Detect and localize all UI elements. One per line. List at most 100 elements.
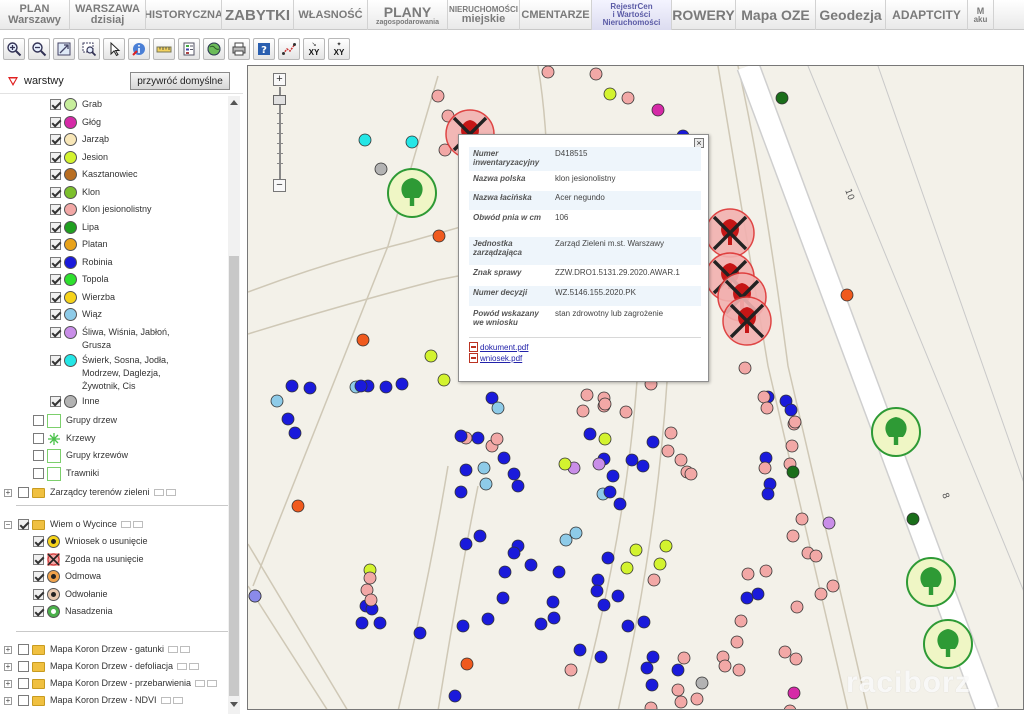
tree-point[interactable] (625, 453, 639, 467)
tree-point[interactable] (552, 565, 566, 579)
tree-point[interactable] (281, 412, 295, 426)
tree-point[interactable] (558, 457, 572, 471)
scroll-thumb[interactable] (229, 256, 239, 696)
tree-point[interactable] (364, 593, 378, 607)
tree-point[interactable] (248, 589, 262, 603)
tree-point[interactable] (589, 67, 603, 81)
nav-tab-4[interactable]: WŁASNOŚĆ (294, 0, 368, 30)
tree-point[interactable] (534, 617, 548, 631)
tree-point[interactable] (784, 403, 798, 417)
tree-point[interactable] (734, 614, 748, 628)
tree-point[interactable] (592, 457, 606, 471)
zoom-out-tool-button[interactable] (28, 38, 50, 60)
layer-checkbox[interactable] (50, 256, 61, 268)
nav-tab-13[interactable]: Maku (968, 0, 994, 30)
tree-point[interactable] (471, 431, 485, 445)
layer-item-wycinka[interactable]: Nasadzenia (33, 605, 113, 619)
tree-point[interactable] (644, 701, 658, 710)
tree-point[interactable] (613, 497, 627, 511)
layer-item-group[interactable]: Krzewy (33, 431, 96, 446)
tree-point[interactable] (547, 611, 561, 625)
layer-tree-scrollbar[interactable] (228, 96, 240, 714)
settings-icon[interactable] (132, 521, 143, 528)
tree-point[interactable] (619, 405, 633, 419)
layer-checkbox[interactable] (50, 309, 61, 320)
nav-tab-3[interactable]: ZABYTKI (222, 0, 294, 30)
layer-checkbox[interactable] (33, 571, 44, 582)
tree-point[interactable] (757, 390, 771, 404)
route-tool-button[interactable] (278, 38, 300, 60)
tree-point[interactable] (477, 461, 491, 475)
expand-icon[interactable]: + (4, 662, 12, 671)
layer-folder-korony[interactable]: + Mapa Koron Drzew - defoliacja (4, 660, 200, 674)
tree-point[interactable] (775, 91, 789, 105)
tree-point[interactable] (674, 695, 688, 709)
layer-checkbox[interactable] (33, 415, 44, 426)
tree-point[interactable] (646, 650, 660, 664)
tree-point[interactable] (413, 626, 427, 640)
tree-point[interactable] (738, 361, 752, 375)
tree-point[interactable] (498, 565, 512, 579)
tree-point[interactable] (637, 615, 651, 629)
layer-item-group[interactable]: Grupy drzew (33, 414, 117, 428)
tree-point[interactable] (454, 429, 468, 443)
layer-item-group[interactable]: Grupy krzewów (33, 449, 128, 463)
layer-checkbox[interactable] (50, 221, 61, 233)
tree-point[interactable] (395, 377, 409, 391)
tree-point[interactable] (524, 558, 538, 572)
tree-point[interactable] (481, 612, 495, 626)
tree-point[interactable] (606, 469, 620, 483)
tree-point[interactable] (601, 551, 615, 565)
tree-point[interactable] (497, 451, 511, 465)
layer-item-species[interactable]: Wierzba (50, 290, 115, 305)
layer-checkbox[interactable] (50, 326, 61, 338)
tree-point[interactable] (507, 546, 521, 560)
tree-point[interactable] (590, 584, 604, 598)
layer-item-species[interactable]: Inne (50, 394, 100, 409)
tree-point[interactable] (621, 619, 635, 633)
settings-icon[interactable] (165, 489, 176, 496)
tree-point[interactable] (647, 573, 661, 587)
tree-point[interactable] (809, 549, 823, 563)
tree-point[interactable] (379, 380, 393, 394)
settings-icon[interactable] (207, 679, 218, 687)
layer-checkbox[interactable] (50, 99, 61, 110)
expand-icon[interactable]: + (4, 489, 12, 497)
tree-point[interactable] (661, 444, 675, 458)
layer-item-species[interactable]: Klon (50, 185, 100, 200)
layer-item-species[interactable]: Kasztanowiec (50, 168, 138, 182)
tree-point[interactable] (598, 397, 612, 411)
tree-point[interactable] (646, 435, 660, 449)
tree-point[interactable] (456, 619, 470, 633)
layer-item-wycinka[interactable]: Odmowa (33, 570, 101, 584)
settings-icon[interactable] (189, 662, 200, 670)
zoom-window-tool-button[interactable] (78, 38, 100, 60)
tree-point[interactable] (758, 461, 772, 475)
tree-point[interactable] (573, 643, 587, 657)
layer-folder-wycinka[interactable]: − Wiem o Wycince (4, 518, 143, 532)
tree-point[interactable] (288, 426, 302, 440)
planting-marker[interactable] (906, 557, 956, 607)
tree-point[interactable] (741, 567, 755, 581)
opacity-icon[interactable] (177, 662, 188, 670)
legend-tool-button[interactable] (178, 38, 200, 60)
help-tool-button[interactable]: ? (253, 38, 275, 60)
tree-point[interactable] (511, 479, 525, 493)
tree-point[interactable] (564, 663, 578, 677)
zoom-slider-handle[interactable] (273, 95, 286, 105)
expand-icon[interactable]: + (4, 645, 12, 654)
tree-point[interactable] (559, 533, 573, 547)
tree-point[interactable] (826, 579, 840, 593)
tree-point[interactable] (432, 229, 446, 243)
tree-point[interactable] (431, 89, 445, 103)
tree-point[interactable] (659, 539, 673, 553)
removal-approval-marker[interactable] (705, 208, 755, 258)
tree-point[interactable] (640, 661, 654, 675)
tree-point[interactable] (580, 388, 594, 402)
tree-point[interactable] (906, 512, 920, 526)
scroll-up-arrow-icon[interactable] (230, 100, 238, 105)
layer-item-species[interactable]: Śliwa, Wiśnia, Jabłoń, Grusza (50, 325, 170, 352)
nav-tab-8[interactable]: RejestrCen i Wartości Nieruchomości (592, 0, 672, 30)
tree-point[interactable] (594, 650, 608, 664)
tree-point[interactable] (789, 652, 803, 666)
